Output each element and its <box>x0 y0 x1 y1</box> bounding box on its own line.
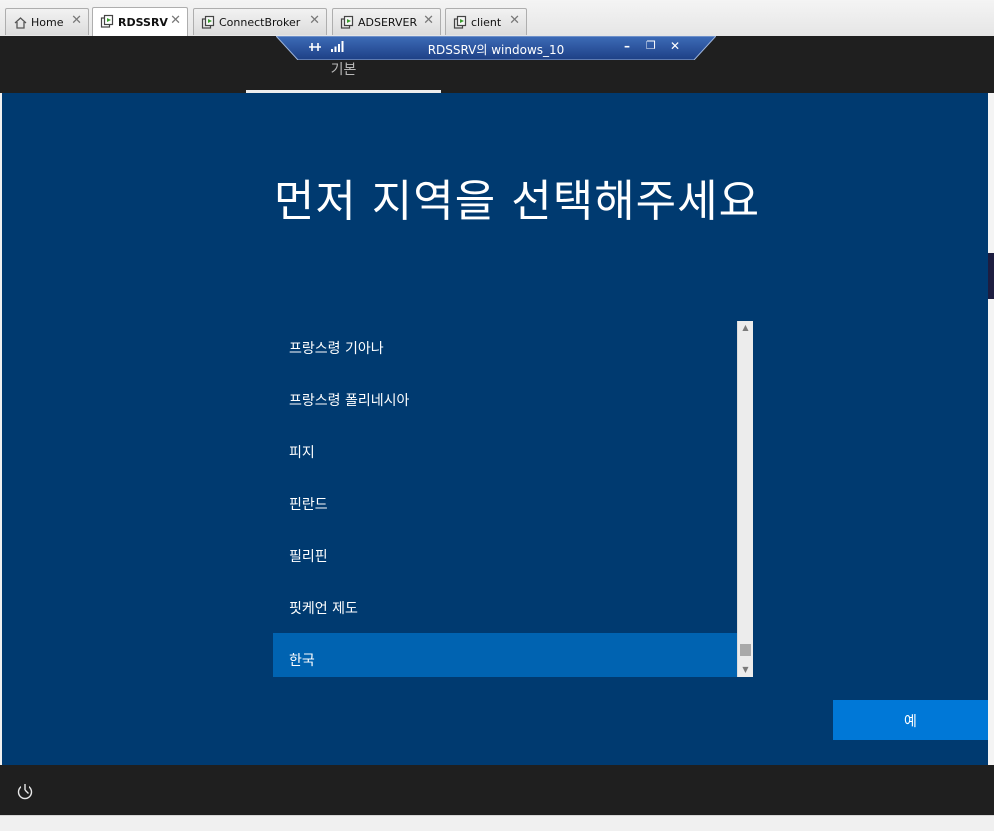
region-label: 피지 <box>289 445 315 461</box>
status-bar <box>0 815 994 831</box>
tab-label: Home <box>31 16 64 29</box>
region-selection-panel: 먼저 지역을 선택해주세요 프랑스령 기아나 프랑스령 폴리네시아 피지 핀란드… <box>2 93 988 765</box>
tab-rdssrv[interactable]: RDSSRV ✕ <box>92 7 188 36</box>
close-icon[interactable]: ✕ <box>170 13 181 28</box>
region-label: 핏케언 제도 <box>289 601 358 617</box>
tab-label: ADSERVER <box>358 16 418 29</box>
scrollbar-thumb[interactable] <box>740 644 751 656</box>
region-list[interactable]: 프랑스령 기아나 프랑스령 폴리네시아 피지 핀란드 필리핀 핏케언 제도 한국 <box>273 321 737 677</box>
page-title: 먼저 지역을 선택해주세요 <box>273 176 761 227</box>
region-label: 필리핀 <box>289 549 328 565</box>
vm-icon <box>100 14 114 28</box>
scroll-down-icon[interactable]: ▼ <box>738 663 753 677</box>
region-label: 핀란드 <box>289 497 328 513</box>
tab-label: ConnectBroker <box>219 16 301 29</box>
vm-icon <box>201 15 215 29</box>
region-label: 프랑스령 기아나 <box>289 341 384 357</box>
vm-icon <box>453 15 467 29</box>
region-label: 한국 <box>289 653 315 669</box>
list-item[interactable]: 프랑스령 기아나 <box>273 321 737 373</box>
tab-connectbroker[interactable]: ConnectBroker ✕ <box>193 8 327 35</box>
setup-bottom-bar <box>0 765 994 815</box>
tab-strip: Home ✕ RDSSRV ✕ ConnectBroker ✕ ADSERVER… <box>0 0 994 37</box>
restore-button[interactable]: ❐ <box>646 39 656 52</box>
close-icon[interactable]: ✕ <box>423 13 434 28</box>
region-label: 프랑스령 폴리네시아 <box>289 393 410 409</box>
close-icon[interactable]: ✕ <box>309 13 320 28</box>
tab-label: RDSSRV <box>118 16 168 29</box>
tab-home[interactable]: Home ✕ <box>5 8 89 35</box>
tab-label: client <box>471 16 502 29</box>
list-item-selected[interactable]: 한국 <box>273 633 737 677</box>
tab-client[interactable]: client ✕ <box>445 8 527 35</box>
list-item[interactable]: 핏케언 제도 <box>273 581 737 633</box>
connection-bar: RDSSRV의 windows_10 – ❐ ✕ <box>276 36 716 60</box>
host-window-fragment <box>988 253 994 299</box>
list-item[interactable]: 필리핀 <box>273 529 737 581</box>
region-list-scrollbar[interactable]: ▲ ▼ <box>737 321 753 677</box>
host-window-edge <box>988 93 994 765</box>
close-icon[interactable]: ✕ <box>71 13 82 28</box>
minimize-button[interactable]: – <box>624 39 630 53</box>
yes-button[interactable]: 예 <box>833 700 988 740</box>
close-button[interactable]: ✕ <box>670 39 680 53</box>
scroll-up-icon[interactable]: ▲ <box>738 321 753 335</box>
tab-adserver[interactable]: ADSERVER ✕ <box>332 8 441 35</box>
list-item[interactable]: 핀란드 <box>273 477 737 529</box>
home-icon <box>14 17 27 29</box>
list-item[interactable]: 프랑스령 폴리네시아 <box>273 373 737 425</box>
step-tab-label: 기본 <box>330 62 357 78</box>
vm-icon <box>340 15 354 29</box>
close-icon[interactable]: ✕ <box>509 13 520 28</box>
accessibility-icon[interactable] <box>15 781 35 801</box>
list-item[interactable]: 피지 <box>273 425 737 477</box>
